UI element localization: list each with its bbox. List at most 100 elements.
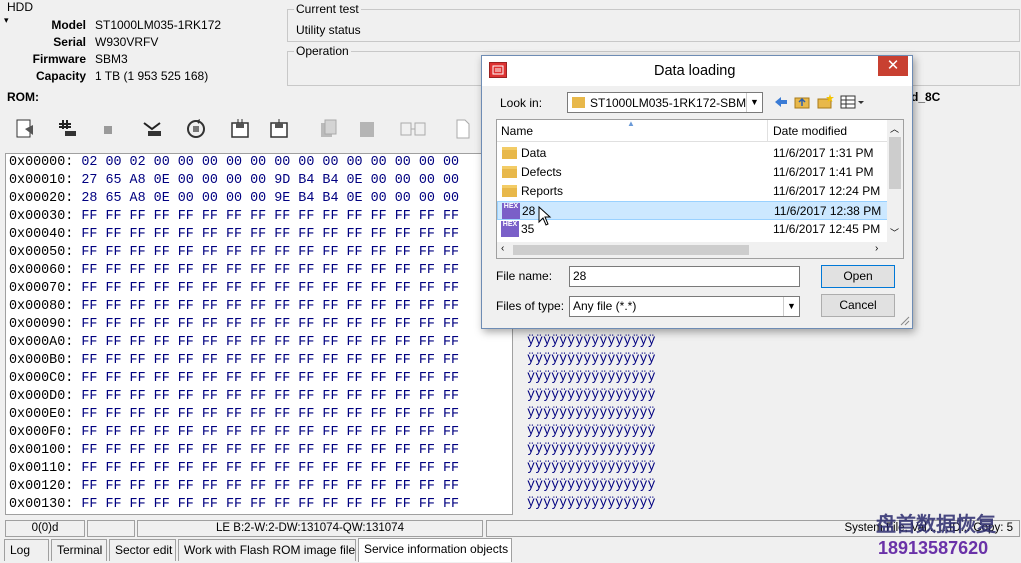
horizontal-scroll-thumb[interactable] xyxy=(513,245,749,255)
hex-bytes[interactable]: FF FF FF FF FF FF FF FF FF FF FF FF FF F… xyxy=(81,371,459,386)
hex-row[interactable]: 0x00050: FF FF FF FF FF FF FF FF FF FF F… xyxy=(6,244,512,262)
copy-icon[interactable] xyxy=(313,113,343,145)
module-write-icon[interactable] xyxy=(52,113,82,145)
hex-row[interactable]: 0x00070: FF FF FF FF FF FF FF FF FF FF F… xyxy=(6,280,512,298)
scroll-left-icon[interactable]: ‹ xyxy=(501,243,504,254)
hex-row[interactable]: 0x000D0: FF FF FF FF FF FF FF FF FF FF F… xyxy=(6,388,512,406)
tab-log[interactable]: Log xyxy=(4,539,49,561)
file-row[interactable]: Defects 11/6/2017 1:41 PM xyxy=(497,163,889,182)
hex-bytes[interactable]: FF FF FF FF FF FF FF FF FF FF FF FF FF F… xyxy=(81,443,459,458)
hex-bytes[interactable]: FF FF FF FF FF FF FF FF FF FF FF FF FF F… xyxy=(81,479,459,494)
hex-offset: 0x00120: xyxy=(9,479,74,494)
hex-row[interactable]: 0x00080: FF FF FF FF FF FF FF FF FF FF F… xyxy=(6,298,512,316)
column-name[interactable]: Name xyxy=(501,124,533,138)
scroll-down-icon[interactable]: ﹀ xyxy=(890,226,899,239)
scroll-right-icon[interactable]: › xyxy=(875,243,878,254)
module-read-icon[interactable] xyxy=(10,113,40,145)
hex-bytes[interactable]: FF FF FF FF FF FF FF FF FF FF FF FF FF F… xyxy=(81,425,459,440)
hex-row[interactable]: 0x00010: 27 65 A8 0E 00 00 00 00 9D B4 B… xyxy=(6,172,512,190)
compare-icon[interactable] xyxy=(398,113,428,145)
chevron-down-icon[interactable]: ▼ xyxy=(783,297,799,316)
hex-row[interactable]: 0x00000: 02 00 02 00 00 00 00 00 00 00 0… xyxy=(6,154,512,172)
save-as-icon[interactable] xyxy=(264,113,294,145)
look-in-label: Look in: xyxy=(500,96,543,110)
file-date: 11/6/2017 12:38 PM xyxy=(774,204,882,218)
hex-bytes[interactable]: FF FF FF FF FF FF FF FF FF FF FF FF FF F… xyxy=(81,335,459,350)
hex-row[interactable]: 0x00120: FF FF FF FF FF FF FF FF FF FF F… xyxy=(6,478,512,496)
file-type-select[interactable]: Any file (*.*) ▼ xyxy=(569,296,800,317)
hex-bytes[interactable]: FF FF FF FF FF FF FF FF FF FF FF FF FF F… xyxy=(81,353,459,368)
back-icon[interactable] xyxy=(772,93,790,111)
rom-label: ROM: xyxy=(7,90,39,104)
look-in-value: ST1000LM035-1RK172-SBM3-W930 xyxy=(590,96,746,110)
hex-bytes[interactable]: FF FF FF FF FF FF FF FF FF FF FF FF FF F… xyxy=(81,317,459,332)
file-name: Defects xyxy=(521,165,562,179)
hex-row[interactable]: 0x00090: FF FF FF FF FF FF FF FF FF FF F… xyxy=(6,316,512,334)
file-date: 11/6/2017 1:41 PM xyxy=(773,165,874,179)
hex-bytes[interactable]: FF FF FF FF FF FF FF FF FF FF FF FF FF F… xyxy=(81,227,459,242)
hex-bytes[interactable]: FF FF FF FF FF FF FF FF FF FF FF FF FF F… xyxy=(81,299,459,314)
vertical-scrollbar[interactable]: ︿ ﹀ xyxy=(887,120,903,258)
horizontal-scrollbar[interactable]: ‹ › xyxy=(497,242,889,258)
resize-grip-icon[interactable] xyxy=(898,314,910,326)
hex-row[interactable]: 0x000F0: FF FF FF FF FF FF FF FF FF FF F… xyxy=(6,424,512,442)
look-in-dropdown[interactable]: ST1000LM035-1RK172-SBM3-W930 ▼ xyxy=(567,92,763,113)
hex-row[interactable]: 0x000E0: FF FF FF FF FF FF FF FF FF FF F… xyxy=(6,406,512,424)
hex-bytes[interactable]: 02 00 02 00 00 00 00 00 00 00 00 00 00 0… xyxy=(81,155,459,170)
file-list[interactable]: Name ▲ Date modified Data 11/6/2017 1:31 … xyxy=(496,119,904,259)
hex-offset: 0x00000: xyxy=(9,155,74,170)
open-button[interactable]: Open xyxy=(821,265,895,288)
hex-bytes[interactable]: FF FF FF FF FF FF FF FF FF FF FF FF FF F… xyxy=(81,407,459,422)
hex-bytes[interactable]: FF FF FF FF FF FF FF FF FF FF FF FF FF F… xyxy=(81,263,459,278)
hex-bytes[interactable]: 27 65 A8 0E 00 00 00 00 9D B4 B4 0E 00 0… xyxy=(81,173,459,188)
save-icon[interactable] xyxy=(225,113,255,145)
vertical-scroll-thumb[interactable] xyxy=(889,137,901,189)
new-folder-icon[interactable] xyxy=(816,93,834,111)
hex-row[interactable]: 0x00100: FF FF FF FF FF FF FF FF FF FF F… xyxy=(6,442,512,460)
cancel-button[interactable]: Cancel xyxy=(821,294,895,317)
capacity-value: 1 TB (1 953 525 168) xyxy=(95,69,209,83)
column-date[interactable]: Date modified xyxy=(773,124,847,138)
tab-sector-edit[interactable]: Sector edit xyxy=(109,539,176,561)
dialog-titlebar[interactable]: Data loading ✕ xyxy=(482,56,912,86)
chevron-down-icon[interactable]: ▼ xyxy=(746,93,762,112)
file-row[interactable]: Reports 11/6/2017 12:24 PM xyxy=(497,182,889,201)
hex-bytes[interactable]: FF FF FF FF FF FF FF FF FF FF FF FF FF F… xyxy=(81,497,459,512)
view-menu-icon[interactable] xyxy=(839,93,867,111)
hex-row[interactable]: 0x000A0: FF FF FF FF FF FF FF FF FF FF F… xyxy=(6,334,512,352)
up-folder-icon[interactable] xyxy=(793,93,811,111)
hex-bytes[interactable]: FF FF FF FF FF FF FF FF FF FF FF FF FF F… xyxy=(81,281,459,296)
hex-row[interactable]: 0x00110: FF FF FF FF FF FF FF FF FF FF F… xyxy=(6,460,512,478)
hex-row[interactable]: 0x00060: FF FF FF FF FF FF FF FF FF FF F… xyxy=(6,262,512,280)
module-load-icon[interactable] xyxy=(137,113,167,145)
current-test-value: Utility status xyxy=(296,23,361,37)
column-separator[interactable] xyxy=(767,120,768,142)
tab-flash-rom[interactable]: Work with Flash ROM image file xyxy=(178,539,356,561)
file-row[interactable]: Data 11/6/2017 1:31 PM xyxy=(497,144,889,163)
status-word-values: LE B:2-W:2-DW:131074-QW:131074 xyxy=(137,520,483,537)
hex-bytes[interactable]: FF FF FF FF FF FF FF FF FF FF FF FF FF F… xyxy=(81,389,459,404)
hex-row[interactable]: 0x000C0: FF FF FF FF FF FF FF FF FF FF F… xyxy=(6,370,512,388)
new-icon[interactable] xyxy=(448,113,478,145)
hex-row[interactable]: 0x00130: FF FF FF FF FF FF FF FF FF FF F… xyxy=(6,496,512,514)
tab-terminal[interactable]: Terminal xyxy=(51,539,107,561)
hex-row[interactable]: 0x00020: 28 65 A8 0E 00 00 00 00 9E B4 B… xyxy=(6,190,512,208)
scroll-up-icon[interactable]: ︿ xyxy=(890,122,899,135)
tab-service-information[interactable]: Service information objects xyxy=(358,538,512,562)
close-button[interactable]: ✕ xyxy=(878,56,908,76)
file-row[interactable]: HEX 28 11/6/2017 12:38 PM xyxy=(497,201,889,220)
refresh-icon[interactable] xyxy=(181,113,211,145)
hex-editor[interactable]: 0x00000: 02 00 02 00 00 00 00 00 00 00 0… xyxy=(5,153,513,515)
hex-row[interactable]: 0x00040: FF FF FF FF FF FF FF FF FF FF F… xyxy=(6,226,512,244)
hex-bytes[interactable]: FF FF FF FF FF FF FF FF FF FF FF FF FF F… xyxy=(81,209,459,224)
hex-bytes[interactable]: FF FF FF FF FF FF FF FF FF FF FF FF FF F… xyxy=(81,245,459,260)
file-row[interactable]: HEX 35 11/6/2017 12:45 PM xyxy=(497,220,889,239)
hex-bytes[interactable]: FF FF FF FF FF FF FF FF FF FF FF FF FF F… xyxy=(81,461,459,476)
hex-row[interactable]: 0x000B0: FF FF FF FF FF FF FF FF FF FF F… xyxy=(6,352,512,370)
hex-bytes[interactable]: 28 65 A8 0E 00 00 00 00 9E B4 B4 0E 00 0… xyxy=(81,191,459,206)
file-name-input[interactable]: 28 xyxy=(569,266,800,287)
stop-icon[interactable] xyxy=(93,113,123,145)
file-name: 28 xyxy=(522,204,536,218)
hex-row[interactable]: 0x00030: FF FF FF FF FF FF FF FF FF FF F… xyxy=(6,208,512,226)
paste-icon[interactable] xyxy=(352,113,382,145)
